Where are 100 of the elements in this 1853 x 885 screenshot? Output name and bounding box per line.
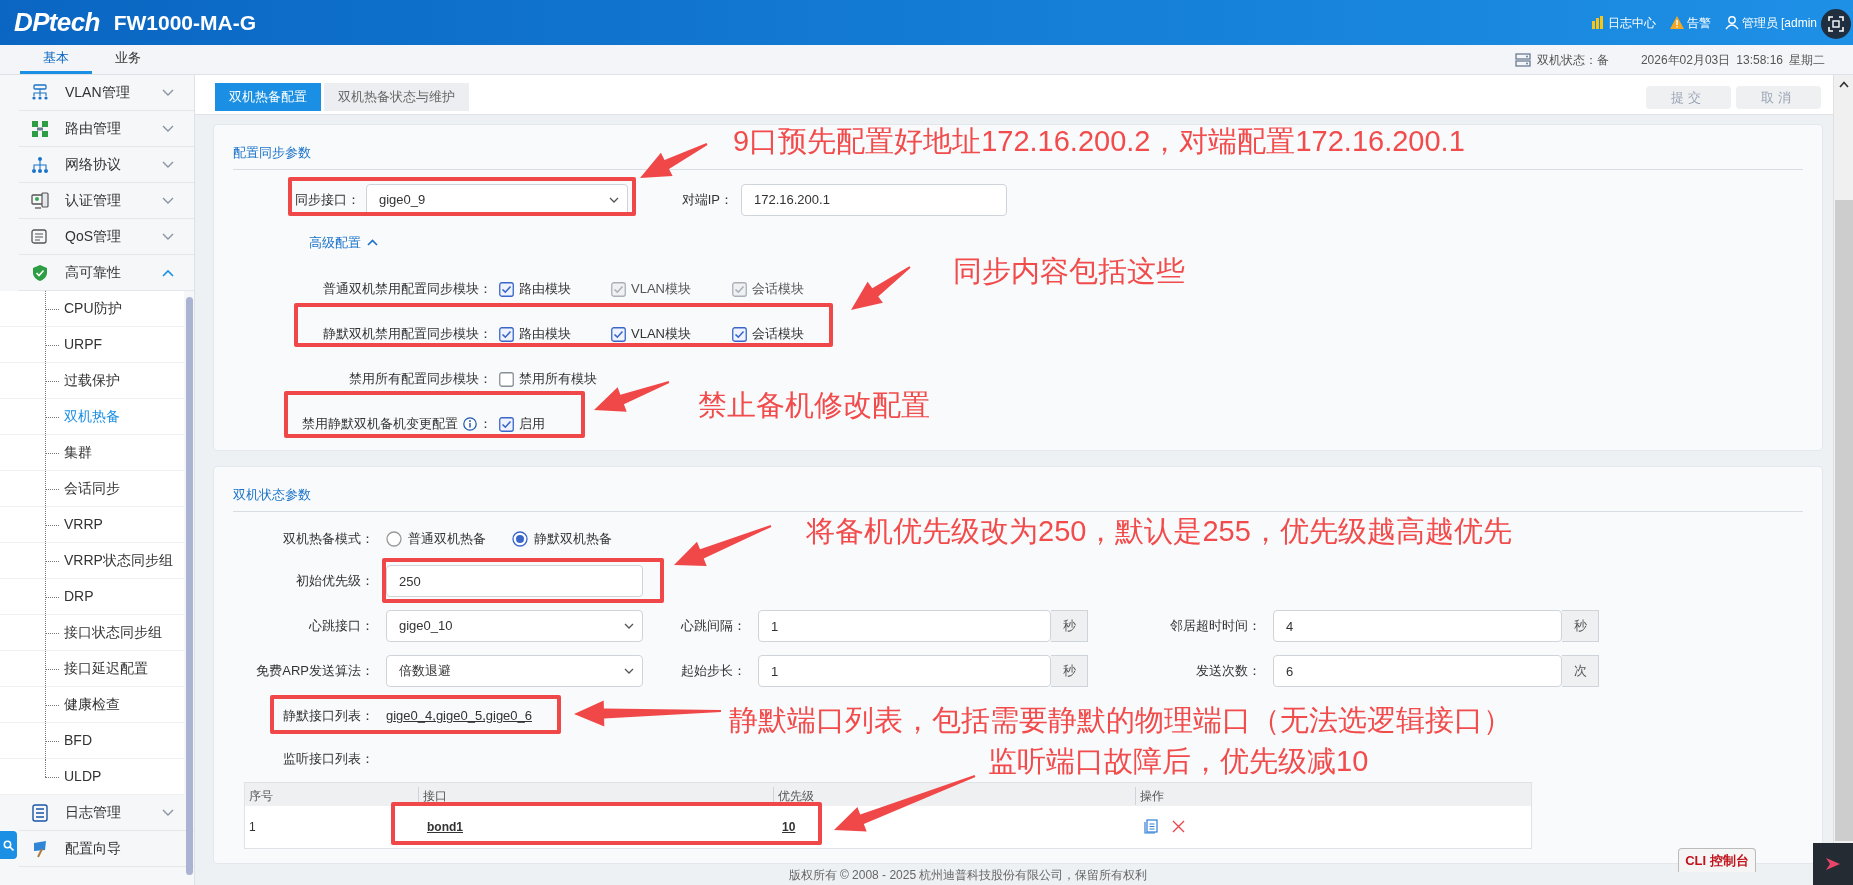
field-label: 静默双机禁用配置同步模块：	[323, 325, 492, 344]
scroll-up-icon	[1839, 81, 1849, 88]
field-label: 普通双机禁用配置同步模块：	[323, 280, 492, 299]
annotation-arrow	[640, 143, 708, 178]
interface-link[interactable]: bond1	[427, 819, 463, 834]
auth-icon	[31, 191, 49, 210]
scrollbar-thumb[interactable]	[186, 297, 193, 875]
submenu-item[interactable]: CPU防护	[64, 298, 122, 319]
header-link[interactable]: 日志中心	[1590, 13, 1656, 32]
chevron-down-icon	[624, 623, 634, 629]
annotation-text: 9口预先配置好地址172.16.200.2，对端配置172.16.200.1	[733, 124, 1465, 158]
send-icon	[1825, 857, 1841, 871]
info-icon	[463, 417, 477, 431]
document-icon	[1144, 819, 1158, 834]
column-header: 序号	[249, 787, 273, 805]
field-label: 心跳接口：	[308, 617, 375, 636]
input-field[interactable]: 4	[1273, 610, 1562, 642]
field-label: 双机热备模式：	[282, 529, 375, 548]
cli-console-button[interactable]: CLI 控制台	[1678, 848, 1756, 872]
input-field[interactable]: 250	[386, 565, 643, 597]
corner-button[interactable]	[1813, 843, 1853, 885]
submenu-item[interactable]: 双机热备	[64, 406, 120, 427]
submenu-item[interactable]: 健康检查	[64, 694, 120, 715]
annotation-text: 监听端口故障后，优先级减10	[988, 744, 1369, 778]
field-label: 邻居超时时间：	[1169, 617, 1262, 636]
capture-button[interactable]	[1821, 9, 1851, 39]
copyright-text: 版权所有 © 2008 - 2025 杭州迪普科技股份有限公司，保留所有权利	[788, 868, 1148, 882]
warning-icon	[1669, 15, 1684, 30]
header-link[interactable]: 告警	[1669, 13, 1711, 32]
nav-tab[interactable]: 业务	[92, 45, 164, 74]
date-text: 2026年02月03日	[1640, 51, 1731, 69]
switch-icon	[31, 83, 49, 102]
chevron-down-icon	[609, 196, 619, 203]
select-field[interactable]: 倍数退避	[386, 655, 643, 687]
server-icon	[1514, 52, 1531, 67]
column-header: 优先级	[778, 787, 814, 805]
submenu-item[interactable]: 集群	[64, 442, 92, 463]
close-icon	[1172, 820, 1185, 833]
user-icon	[1724, 15, 1739, 30]
annotation-arrow	[851, 266, 911, 310]
colon-text: ：	[479, 415, 492, 434]
field-label: 对端IP：	[680, 190, 734, 209]
submenu-item[interactable]: 会话同步	[64, 478, 120, 499]
submenu-item[interactable]: 过载保护	[64, 370, 120, 391]
checkbox-label: VLAN模块	[631, 325, 691, 344]
search-button[interactable]	[0, 831, 17, 859]
priority-link[interactable]: 10	[782, 819, 796, 834]
shield-icon	[31, 263, 49, 282]
field-label: 禁用静默双机备机变更配置	[302, 415, 458, 434]
advanced-toggle[interactable]: 高级配置	[309, 228, 378, 257]
checkbox-label: 启用	[519, 415, 545, 434]
submenu-item[interactable]: URPF	[64, 334, 103, 355]
bar-chart-icon	[1590, 15, 1605, 30]
field-label: 发送次数：	[1195, 662, 1262, 681]
annotation-text: 同步内容包括这些	[953, 254, 1185, 288]
weekday-text: 星期二	[1789, 51, 1825, 69]
document-icon	[31, 227, 49, 246]
checkbox[interactable]	[499, 281, 514, 297]
logo: DPtech	[14, 6, 100, 39]
checkbox-label: 路由模块	[519, 280, 571, 299]
input-field[interactable]: 1	[758, 655, 1051, 687]
checkbox[interactable]	[611, 326, 626, 342]
column-header: 接口	[423, 787, 447, 805]
field-label: 心跳间隔：	[680, 617, 747, 636]
search-icon	[3, 839, 14, 851]
radio-label: 普通双机热备	[408, 529, 486, 548]
field-label: 免费ARP发送算法：	[255, 662, 375, 681]
scrollbar-thumb[interactable]	[1835, 200, 1853, 841]
submenu-item[interactable]: BFD	[64, 730, 92, 751]
input-field[interactable]: 6	[1273, 655, 1562, 687]
time-text: 13:58:16	[1736, 51, 1783, 69]
submenu-item[interactable]: DRP	[64, 586, 94, 607]
radio-button[interactable]	[512, 530, 528, 547]
checkbox[interactable]	[732, 326, 747, 342]
submenu-item[interactable]: ULDP	[64, 766, 102, 787]
radio-button[interactable]	[386, 530, 402, 547]
flag-icon	[31, 839, 49, 858]
delete-button[interactable]	[1172, 820, 1185, 833]
checkbox-label: 路由模块	[519, 325, 571, 344]
select-field[interactable]: gige0_10	[386, 610, 643, 642]
input-field[interactable]: 1	[758, 610, 1051, 642]
section-title: 配置同步参数	[233, 145, 311, 160]
checkbox[interactable]	[499, 371, 514, 387]
ha-state: 双机状态：备	[1536, 51, 1609, 69]
field-label: 静默接口列表：	[282, 707, 375, 726]
interface-link[interactable]: gige0_4,gige0_5,gige0_6	[386, 706, 533, 726]
submenu-item[interactable]: VRRP	[64, 514, 103, 535]
capture-icon	[1828, 16, 1844, 32]
radio-label: 静默双机热备	[534, 529, 612, 548]
input-field[interactable]: 172.16.200.1	[741, 183, 1007, 216]
field-label: 监听接口列表：	[282, 749, 375, 768]
checkbox-label: 会话模块	[752, 280, 804, 299]
checkbox[interactable]	[499, 416, 514, 432]
annotation-text: 禁止备机修改配置	[698, 388, 930, 422]
chevron-down-icon	[624, 668, 634, 674]
checkbox[interactable]	[499, 326, 514, 342]
checkbox-label: VLAN模块	[631, 280, 691, 299]
table-cell-text: 1	[248, 818, 257, 836]
edit-button[interactable]	[1144, 819, 1158, 834]
page-tab[interactable]: 双机热备状态与维护	[324, 83, 469, 111]
